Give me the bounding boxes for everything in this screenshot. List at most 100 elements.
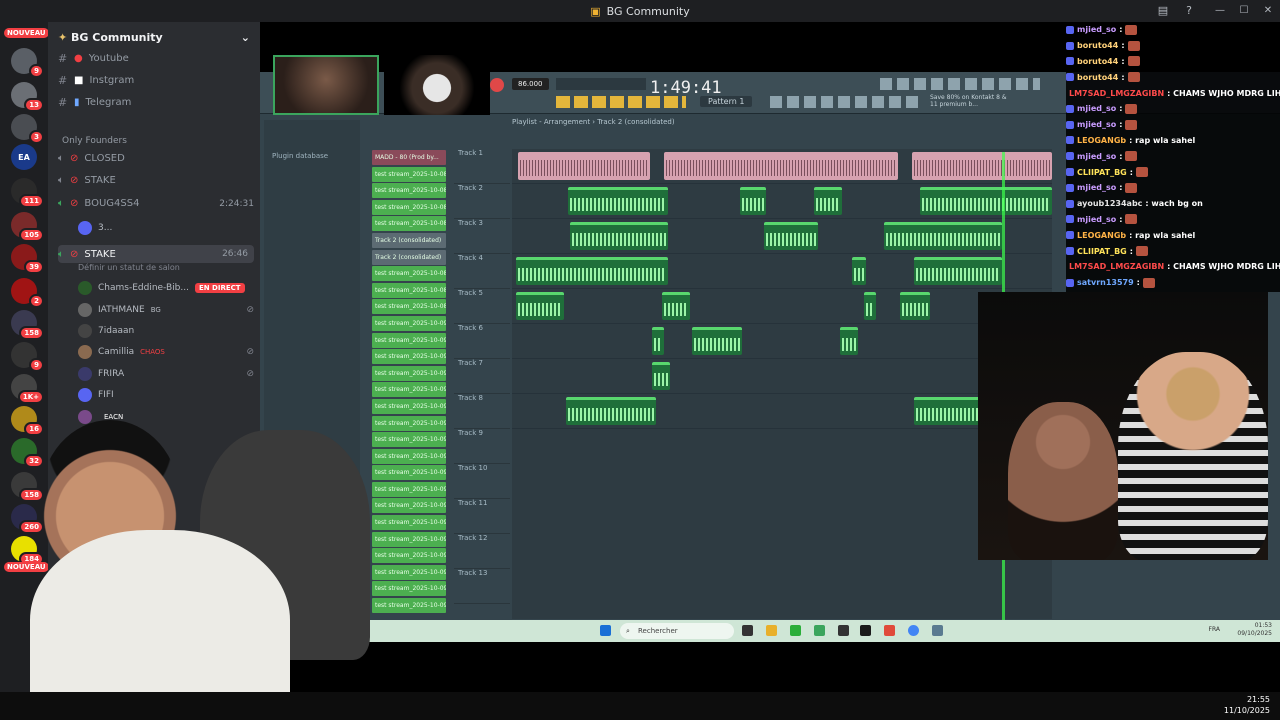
voice-channel-closed[interactable]: 🔈︎ ⊘ CLOSED [58,153,254,164]
picker-item[interactable]: test stream_2025-10-09... [372,365,446,381]
tool-buttons[interactable] [556,96,686,108]
taskbar-clock[interactable]: 01:53 09/10/2025 [1237,622,1272,638]
audio-clip[interactable] [840,327,858,355]
voice-user[interactable]: 7idaaan [78,324,254,338]
track-label[interactable]: Track 11 [454,499,510,534]
audio-clip[interactable] [570,222,668,250]
news-ticker[interactable]: Save 80% on Kontakt 8 & 11 premium b... [930,94,1010,108]
track-label[interactable]: Track 5 [454,289,510,324]
audio-clip[interactable] [664,152,898,180]
voice-channel-stake[interactable]: 🔈︎ ⊘ STAKE [58,175,254,186]
chat-username[interactable]: LM7SAD_LMGZAGIBN [1069,89,1164,98]
maximize-button[interactable]: ☐ [1232,0,1256,22]
fl-menu-icons[interactable] [880,78,1040,90]
server-icon[interactable]: 39 [11,244,44,274]
chat-username[interactable]: boruto44 [1077,73,1118,82]
voice-channel-boug4ss4[interactable]: 🔈︎ ⊘ BOUG4SS4 2:24:31 [58,198,254,209]
audio-clip[interactable] [692,327,742,355]
picker-item[interactable]: test stream_2025-10-09... [372,349,446,365]
picker-item[interactable]: test stream_2025-10-08... [372,299,446,315]
audio-clip[interactable] [566,397,656,425]
channel-youtube[interactable]: # ● Youtube [58,52,129,65]
server-icon[interactable]: EA [11,144,37,170]
audio-clip[interactable] [516,292,564,320]
audio-clip[interactable] [914,257,1002,285]
chat-username[interactable]: boruto44 [1077,41,1118,50]
picker-item[interactable]: test stream_2025-10-09... [372,332,446,348]
server-icon[interactable]: 13 [11,82,44,112]
audio-clip[interactable] [864,292,876,320]
server-icon[interactable]: 9 [11,342,44,372]
chat-username[interactable]: mjied_so [1077,215,1116,224]
audio-clip[interactable] [764,222,818,250]
server-icon[interactable]: 105 [11,212,44,242]
audio-clip[interactable] [814,187,842,215]
audio-clip[interactable] [740,187,766,215]
server-icon[interactable]: 1K+ [11,374,44,404]
server-icon[interactable]: 111 [11,178,44,208]
help-icon[interactable]: ? [1186,0,1192,22]
fl-studio-icon[interactable] [860,625,871,636]
picker-item[interactable]: Track 2 (consolidated) [372,232,446,248]
chrome-icon[interactable] [908,625,919,636]
audio-clip[interactable] [920,187,1052,215]
transport-controls[interactable] [556,78,646,90]
voice-user[interactable]: Camillia CHAOS ⊘ [78,345,254,359]
audio-clip[interactable] [518,152,650,180]
audio-clip[interactable] [652,327,664,355]
taskbar-search[interactable]: Rechercher [620,623,734,639]
channel-instagram[interactable]: # ■ Instgram [58,74,134,87]
track-label[interactable]: Track 13 [454,569,510,604]
chat-username[interactable]: mjied_so [1077,25,1116,34]
audio-clip[interactable] [852,257,866,285]
picker-item[interactable]: test stream_2025-10-08... [372,266,446,282]
picker-item[interactable]: test stream_2025-10-08... [372,166,446,182]
voice-channel-stake-active[interactable]: 🔈︎ ⊘ STAKE 26:46 [58,245,254,263]
channel-status-hint[interactable]: Définir un statut de salon [78,263,180,272]
window-buttons[interactable] [770,96,920,108]
task-view-icon[interactable] [742,625,753,636]
picker-item[interactable]: Track 2 (consolidated) [372,249,446,265]
chat-username[interactable]: LM7SAD_LMGZAGIBN [1069,262,1164,271]
audio-clip[interactable] [652,362,670,390]
track-label[interactable]: Track 10 [454,464,510,499]
app-icon[interactable] [884,625,895,636]
track-label[interactable]: Track 12 [454,534,510,569]
close-button[interactable]: ✕ [1256,0,1280,22]
server-icon[interactable]: 158 [11,310,44,340]
audio-clip[interactable] [912,152,1052,180]
track-label[interactable]: Track 7 [454,359,510,394]
track-label[interactable]: Track 1 [454,149,510,184]
app-icon[interactable] [790,625,801,636]
inbox-icon[interactable]: ▤ [1158,0,1168,22]
server-header[interactable]: ✦ BG Community ⌄ [48,22,260,52]
picker-item[interactable]: test stream_2025-10-08... [372,282,446,298]
chat-username[interactable]: mjied_so [1077,183,1116,192]
chat-username[interactable]: LEOGANGb [1077,136,1126,145]
picker-item[interactable]: test stream_2025-10-08... [372,216,446,232]
server-icon[interactable]: 2 [11,278,44,308]
server-icon[interactable]: 9 [11,48,44,78]
picker-item[interactable]: test stream_2025-10-08... [372,183,446,199]
track-label[interactable]: Track 9 [454,429,510,464]
minimize-button[interactable]: — [1208,0,1232,22]
audio-clip[interactable] [568,187,668,215]
tray-language[interactable]: FRA [1209,626,1220,633]
chat-username[interactable]: CLIIPAT_BG [1077,247,1127,256]
chat-username[interactable]: boruto44 [1077,57,1118,66]
voice-user[interactable]: Chams-Eddine-Bib... EN DIRECT [78,281,254,295]
channel-telegram[interactable]: # ▮ Telegram [58,96,131,109]
app-icon[interactable] [814,625,825,636]
chat-username[interactable]: mjied_so [1077,104,1116,113]
category-only-founders[interactable]: Only Founders [62,136,127,146]
voice-user[interactable]: 3... [78,221,254,235]
chat-username[interactable]: mjied_so [1077,152,1116,161]
audio-clip[interactable] [900,292,930,320]
chevron-down-icon[interactable]: ⌄ [241,31,250,44]
chat-username[interactable]: ayoub1234abc [1077,199,1142,208]
tempo-display[interactable]: 86.000 [512,78,549,90]
app-icon[interactable] [838,625,849,636]
file-explorer-icon[interactable] [766,625,777,636]
plugin-database-item[interactable]: Plugin database [264,146,360,166]
picker-item[interactable]: test stream_2025-10-09... [372,382,446,398]
